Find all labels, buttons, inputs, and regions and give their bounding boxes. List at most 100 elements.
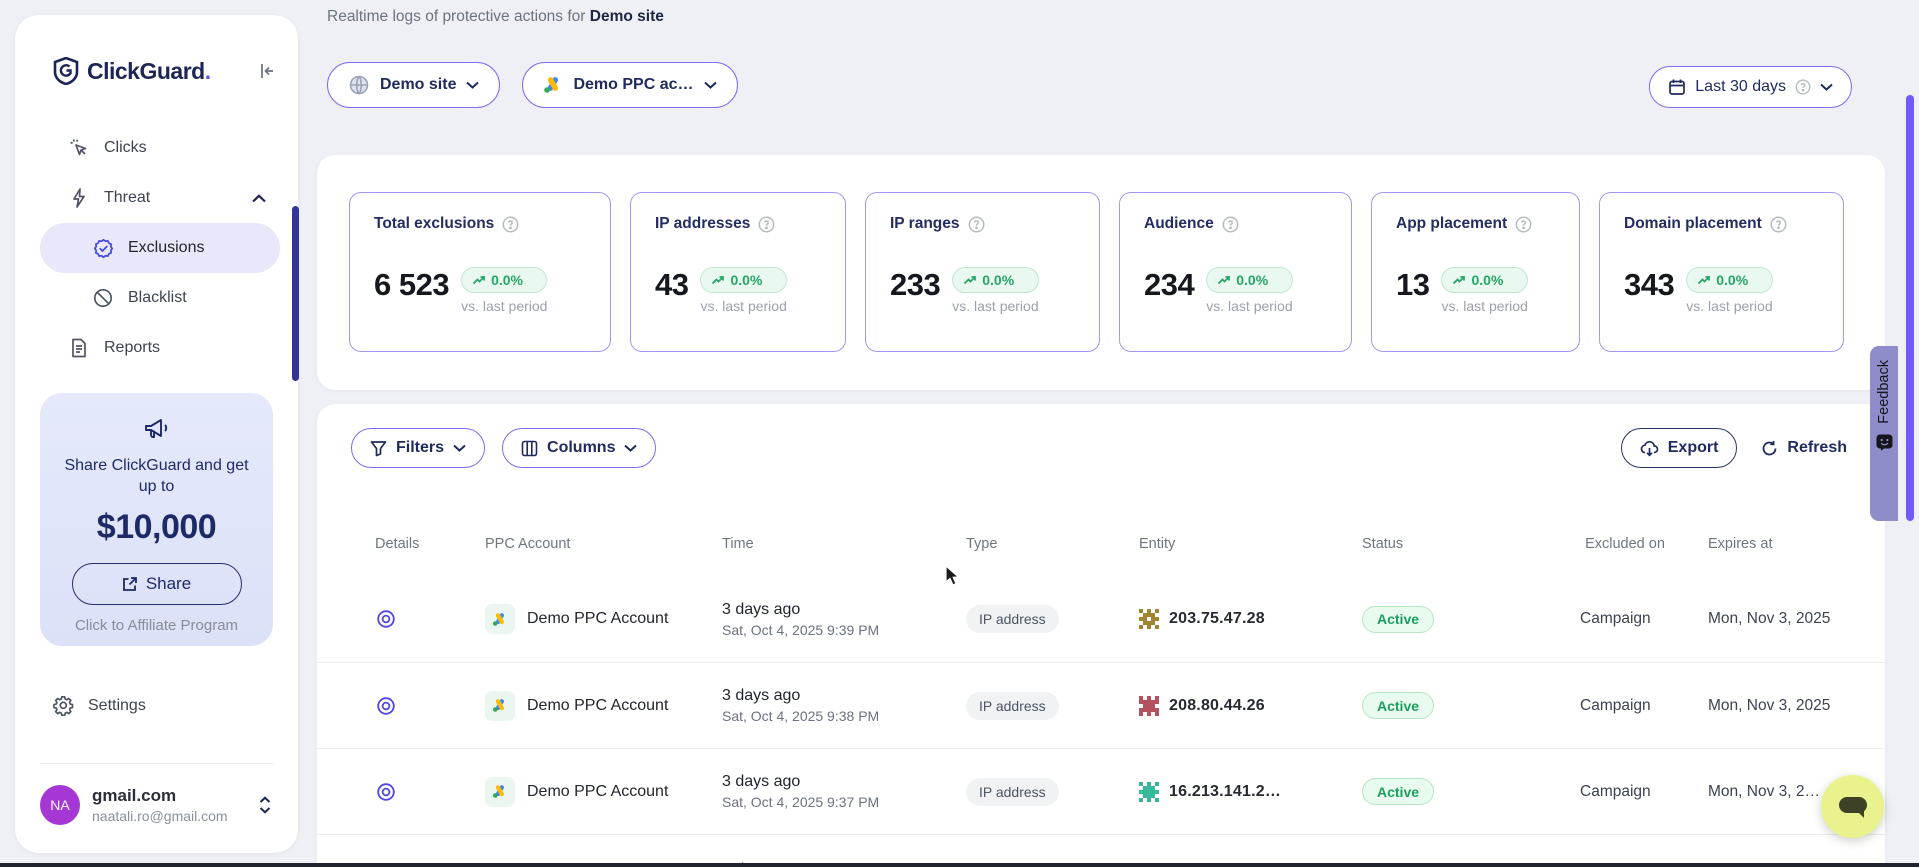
delta-badge: 0.0% [1441,267,1527,293]
account-switcher[interactable]: NA gmail.com naatali.ro@gmail.com [40,785,280,825]
google-ads-icon [485,604,515,634]
time-relative: 3 days ago [722,687,966,705]
page-subtitle: Realtime logs of protective actions for … [327,8,664,26]
cursor-click-icon [68,138,90,158]
columns-icon [521,440,538,457]
user-name: gmail.com [92,786,228,806]
share-button[interactable]: Share [72,563,242,605]
sidebar-scrollbar[interactable] [292,206,299,381]
stat-caption: vs. last period [700,298,786,314]
stat-value: 13 [1396,267,1429,303]
sidebar-nav: Clicks Threat Exclusions Blacklist [40,123,280,373]
stat-card-total-exclusions: Total exclusions 6 523 0.0% vs. last per… [349,192,611,352]
sidebar-item-label: Exclusions [128,239,204,257]
external-link-icon [122,576,138,592]
sidebar-divider [40,763,273,764]
time-absolute: Sat, Oct 4, 2025 9:39 PM [722,622,966,638]
view-details-icon[interactable] [375,781,485,803]
stat-caption: vs. last period [1441,298,1527,314]
help-icon[interactable] [1770,216,1787,233]
table-row: Demo PPC Account 3 days agoSat, Oct 4, 2… [317,748,1885,834]
user-email: naatali.ro@gmail.com [92,808,228,824]
stats-panel: Total exclusions 6 523 0.0% vs. last per… [317,155,1885,390]
megaphone-icon [142,415,172,443]
refresh-button[interactable]: Refresh [1757,428,1851,468]
help-icon[interactable] [968,216,985,233]
col-header-excluded-on: Excluded on [1580,536,1670,552]
stat-card-ip-ranges: IP ranges 233 0.0% vs. last period [865,192,1100,352]
type-badge: IP address [966,778,1059,806]
promo-footer-link[interactable]: Click to Affiliate Program [54,617,259,634]
page-scrollbar-thumb[interactable] [1906,95,1914,521]
stat-card-ip-addresses: IP addresses 43 0.0% vs. last period [630,192,846,352]
expires-at-value: Mon, Nov 3, 2025 [1708,610,1885,628]
columns-button[interactable]: Columns [502,428,656,468]
sidebar-item-label: Clicks [104,139,147,157]
chevron-up-down-icon [258,795,272,815]
expires-at-value: Mon, Nov 3, 2025 [1708,697,1885,715]
affiliate-promo-card[interactable]: Share ClickGuard and get up to $10,000 S… [40,393,273,646]
funnel-icon [370,440,387,457]
entity-identicon [1139,782,1159,802]
time-absolute: Sat, Oct 4, 2025 9:37 PM [722,794,966,810]
sidebar-item-label: Threat [104,189,150,207]
site-selector[interactable]: Demo site [327,62,500,108]
account-name: Demo PPC Account [527,783,668,801]
help-icon[interactable] [502,216,519,233]
help-icon[interactable] [1515,216,1532,233]
stat-caption: vs. last period [1686,298,1772,314]
feedback-smiley-icon [1876,434,1893,451]
entity-identicon [1139,696,1159,716]
feedback-tab[interactable]: Feedback [1870,346,1898,521]
window-bottom-edge [0,863,1919,867]
logo-wordmark: ClickGuard. [87,58,211,85]
excluded-on-value: Campaign [1580,697,1708,715]
stat-value: 6 523 [374,267,449,303]
stat-card-audience: Audience 234 0.0% vs. last period [1119,192,1352,352]
table-body: Demo PPC Account 3 days ago Sat, Oct 4, 2… [317,576,1885,867]
table-toolbar: Filters Columns Export Refresh [351,428,1851,468]
sidebar-collapse-icon[interactable] [258,62,276,80]
chevron-down-icon [1820,83,1833,91]
delta-badge: 0.0% [1206,267,1292,293]
promo-amount: $10,000 [54,508,259,547]
stat-value: 43 [655,267,688,303]
delta-badge: 0.0% [952,267,1038,293]
stat-caption: vs. last period [1206,298,1292,314]
chat-launcher-button[interactable] [1821,775,1884,838]
sidebar-item-clicks[interactable]: Clicks [40,123,280,173]
sidebar-item-threat[interactable]: Threat [40,173,280,223]
avatar: NA [40,785,80,825]
table-header-row: Details PPC Account Time Type Entity Sta… [317,512,1885,576]
google-ads-icon [485,777,515,807]
sidebar-item-blacklist[interactable]: Blacklist [40,273,280,323]
sidebar-item-reports[interactable]: Reports [40,323,280,373]
ppc-account-selector-value: Demo PPC ac… [573,76,693,94]
status-badge: Active [1362,692,1434,719]
account-name: Demo PPC Account [527,610,668,628]
sidebar-item-settings[interactable]: Settings [53,695,146,716]
date-range-selector[interactable]: Last 30 days [1649,66,1852,108]
sidebar-item-label: Blacklist [128,289,187,307]
badge-check-icon [92,238,114,259]
lightning-icon [68,188,90,208]
col-header-status: Status [1362,536,1580,552]
settings-label: Settings [88,697,146,715]
refresh-icon [1761,440,1778,457]
help-icon[interactable] [758,216,775,233]
filters-button[interactable]: Filters [351,428,485,468]
view-details-icon[interactable] [375,695,485,717]
help-icon[interactable] [1222,216,1239,233]
export-button[interactable]: Export [1621,428,1738,468]
col-header-ppc-account: PPC Account [485,536,722,552]
sidebar-item-exclusions[interactable]: Exclusions [40,223,280,273]
view-details-icon[interactable] [375,608,485,630]
delta-badge: 0.0% [461,267,547,293]
stat-value: 234 [1144,267,1194,303]
account-name: Demo PPC Account [527,697,668,715]
ppc-account-selector[interactable]: Demo PPC ac… [522,62,737,108]
excluded-on-value: Campaign [1580,610,1708,628]
entity-value: 208.80.44.26 [1169,697,1265,715]
stat-caption: vs. last period [461,298,547,314]
col-header-type: Type [966,536,1139,552]
